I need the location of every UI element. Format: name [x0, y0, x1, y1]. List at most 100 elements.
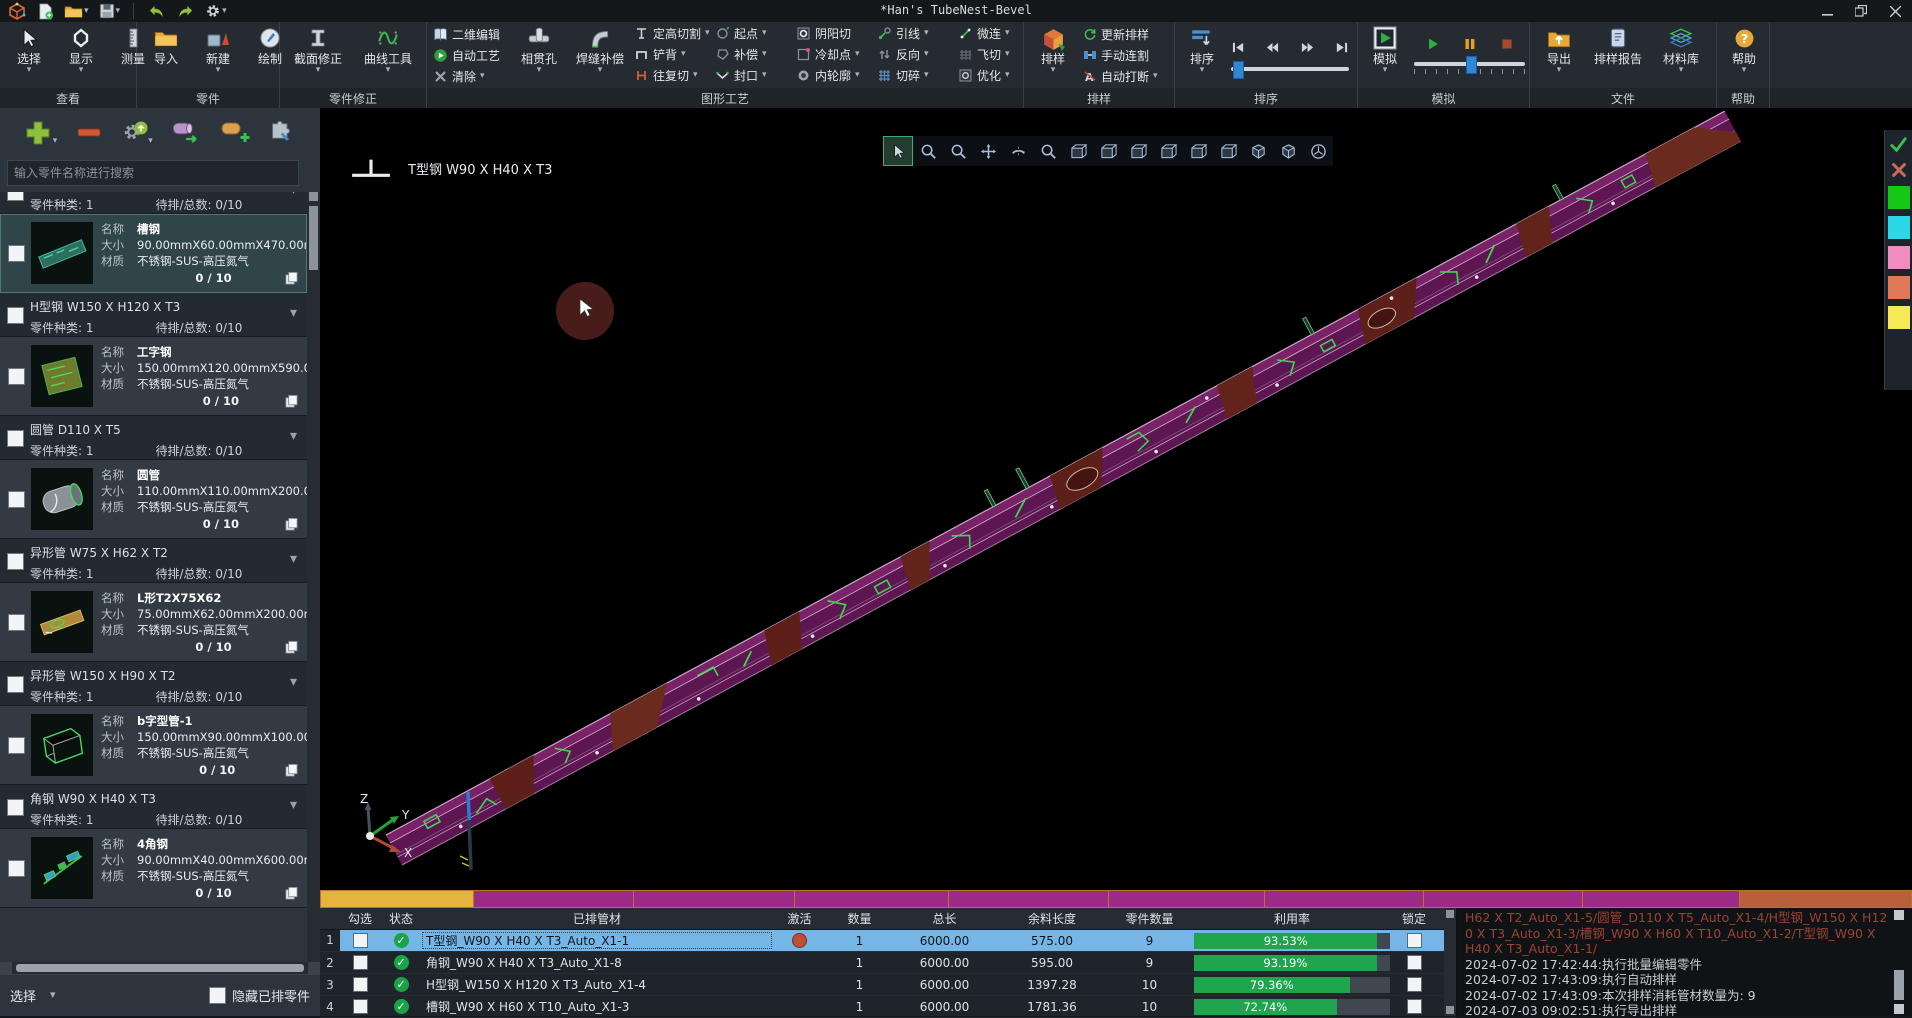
- row-checkbox[interactable]: [353, 933, 368, 948]
- legend-swatch-salmon[interactable]: [1888, 276, 1910, 299]
- view-left-tool[interactable]: [1154, 137, 1182, 165]
- sort-slider-thumb[interactable]: [1233, 61, 1244, 79]
- part-card[interactable]: 名称4角钢 大小90.00mmX40.00mmX600.00mm 材质不锈钢-S…: [0, 829, 307, 908]
- part-checkbox[interactable]: [8, 860, 25, 877]
- export-button[interactable]: 导出: [1534, 23, 1584, 87]
- part-group-header[interactable]: 角钢 W90 X H40 X T3 零件种类: 1待排/总数: 0/10: [0, 785, 307, 829]
- add-part-button[interactable]: [23, 118, 58, 146]
- chevron-down-icon[interactable]: [290, 551, 297, 567]
- select-button[interactable]: 选择: [4, 23, 54, 87]
- copy-icon[interactable]: [284, 886, 299, 901]
- lock-checkbox[interactable]: [1407, 955, 1422, 970]
- part-card[interactable]: 名称工字钢 大小150.00mmX120.00mmX590.00mm 材质不锈钢…: [0, 337, 307, 416]
- view-right-tool[interactable]: [1184, 137, 1212, 165]
- inner-contour-button[interactable]: 内轮廓: [794, 66, 874, 85]
- group-checkbox[interactable]: [7, 430, 24, 447]
- update-nest-button[interactable]: 更新排样: [1080, 25, 1160, 44]
- table-vscrollbar[interactable]: [1444, 908, 1456, 1016]
- chevron-down-icon[interactable]: [290, 674, 297, 690]
- clear-button[interactable]: 清除: [431, 67, 502, 86]
- select-dropdown[interactable]: 选择: [10, 986, 56, 1005]
- section-fix-button[interactable]: 截面修正: [284, 23, 352, 87]
- chevron-down-icon[interactable]: [290, 305, 297, 321]
- group-checkbox[interactable]: [7, 799, 24, 816]
- log-vscrollbar[interactable]: [1892, 908, 1906, 1016]
- group-checkbox[interactable]: [7, 307, 24, 324]
- table-row[interactable]: 1 T型钢_W90 X H40 X T3_Auto_X1-1 1 6000.00…: [320, 930, 1456, 952]
- intersect-hole-button[interactable]: 相贯孔: [510, 23, 568, 87]
- next-step-button[interactable]: [1300, 40, 1315, 55]
- group-checkbox[interactable]: [7, 553, 24, 570]
- chevron-down-icon[interactable]: [290, 192, 297, 198]
- box-zoom-tool[interactable]: [914, 137, 942, 165]
- viewport-3d[interactable]: T型钢 W90 X H40 X T3 Z Y X: [320, 108, 1912, 890]
- view-iso-tool[interactable]: [1064, 137, 1092, 165]
- lead-line-button[interactable]: 引线: [875, 24, 955, 43]
- table-row[interactable]: 4 槽钢_W90 X H60 X T10_Auto_X1-3 1 6000.00…: [320, 996, 1456, 1018]
- first-step-button[interactable]: [1231, 40, 1246, 55]
- copy-icon[interactable]: [284, 517, 299, 532]
- pipe-add-button[interactable]: [220, 119, 252, 145]
- part-group-header[interactable]: 异形管 W75 X H62 X T2 零件种类: 1待排/总数: 0/10: [0, 539, 307, 583]
- part-group-header[interactable]: H型钢 W150 X H120 X T3 零件种类: 1待排/总数: 0/10: [0, 293, 307, 337]
- row-checkbox[interactable]: [353, 955, 368, 970]
- reverse-button[interactable]: 反向: [875, 45, 955, 64]
- table-row[interactable]: 3 H型钢_W150 X H120 X T3_Auto_X1-4 1 6000.…: [320, 974, 1456, 996]
- sim-pause-button[interactable]: [1462, 37, 1477, 52]
- chop-button[interactable]: 切碎: [875, 66, 955, 85]
- lock-checkbox[interactable]: [1407, 977, 1422, 992]
- material-library-button[interactable]: 材料库: [1652, 23, 1710, 87]
- reciprocating-cut-button[interactable]: 往复切: [632, 66, 712, 85]
- lock-checkbox[interactable]: [1407, 999, 1422, 1014]
- nest-report-button[interactable]: 排样报告: [1586, 23, 1650, 87]
- part-checkbox[interactable]: [8, 737, 25, 754]
- edit-part-button[interactable]: [269, 119, 297, 145]
- sim-speed-slider[interactable]: [1414, 62, 1525, 66]
- new-part-button[interactable]: 新建: [193, 23, 243, 87]
- part-search-input[interactable]: [7, 160, 299, 186]
- hide-nested-checkbox[interactable]: [209, 987, 226, 1004]
- parts-list-hscrollbar[interactable]: [0, 962, 320, 974]
- part-group-header[interactable]: 圆管 D110 X T5 零件种类: 1待排/总数: 0/10: [0, 416, 307, 460]
- legend-swatch-yellow[interactable]: [1888, 306, 1910, 329]
- sim-speed-thumb[interactable]: [1466, 56, 1477, 74]
- copy-icon[interactable]: [284, 763, 299, 778]
- sim-play-button[interactable]: [1425, 37, 1440, 52]
- edit-2d-button[interactable]: 二维编辑: [431, 25, 502, 44]
- pipe-transfer-button[interactable]: [170, 119, 202, 145]
- part-checkbox[interactable]: [8, 245, 25, 262]
- cooling-point-button[interactable]: 冷却点: [794, 45, 874, 64]
- start-point-button[interactable]: 起点: [713, 24, 793, 43]
- orbit-tool[interactable]: [1304, 137, 1332, 165]
- part-checkbox[interactable]: [8, 491, 25, 508]
- copy-icon[interactable]: [284, 394, 299, 409]
- simulate-button[interactable]: 模拟: [1362, 23, 1408, 87]
- view-bottom-tool[interactable]: [1244, 137, 1272, 165]
- compensation-button[interactable]: 补偿: [713, 45, 793, 64]
- fixed-height-cut-button[interactable]: 定高切割: [632, 24, 712, 43]
- auto-break-button[interactable]: A自动打断: [1080, 67, 1160, 86]
- parts-list-vscrollbar[interactable]: [307, 192, 320, 962]
- group-checkbox[interactable]: [7, 192, 24, 201]
- import-button[interactable]: 导入: [141, 23, 191, 87]
- manual-link-cut-button[interactable]: 手动连割: [1080, 46, 1160, 65]
- legend-swatch-pink[interactable]: [1888, 246, 1910, 269]
- curve-tool-button[interactable]: 曲线工具: [354, 23, 422, 87]
- row-checkbox[interactable]: [353, 999, 368, 1014]
- remove-part-button[interactable]: [75, 118, 103, 146]
- lock-checkbox[interactable]: [1407, 933, 1422, 948]
- legend-swatch-green[interactable]: [1888, 186, 1910, 209]
- yin-yang-cut-button[interactable]: 阴阳切: [794, 24, 874, 43]
- help-button[interactable]: 帮助: [1721, 23, 1767, 87]
- select-tool[interactable]: [884, 137, 912, 165]
- sim-stop-button[interactable]: [1499, 37, 1514, 52]
- view-bottom2-tool[interactable]: [1274, 137, 1302, 165]
- back-gouge-button[interactable]: 铲背: [632, 45, 712, 64]
- zoom-extents-tool[interactable]: [1034, 137, 1062, 165]
- view-front-tool[interactable]: [1094, 137, 1122, 165]
- part-card[interactable]: 名称槽钢 大小90.00mmX60.00mmX470.00mm 材质不锈钢-SU…: [0, 214, 307, 293]
- part-card[interactable]: 名称L形T2X75X62 大小75.00mmX62.00mmX200.00mm …: [0, 583, 307, 662]
- upload-part-button[interactable]: [120, 118, 153, 146]
- part-card[interactable]: 名称b字型管-1 大小150.00mmX90.00mmX100.00mm 材质不…: [0, 706, 307, 785]
- chevron-down-icon[interactable]: [290, 797, 297, 813]
